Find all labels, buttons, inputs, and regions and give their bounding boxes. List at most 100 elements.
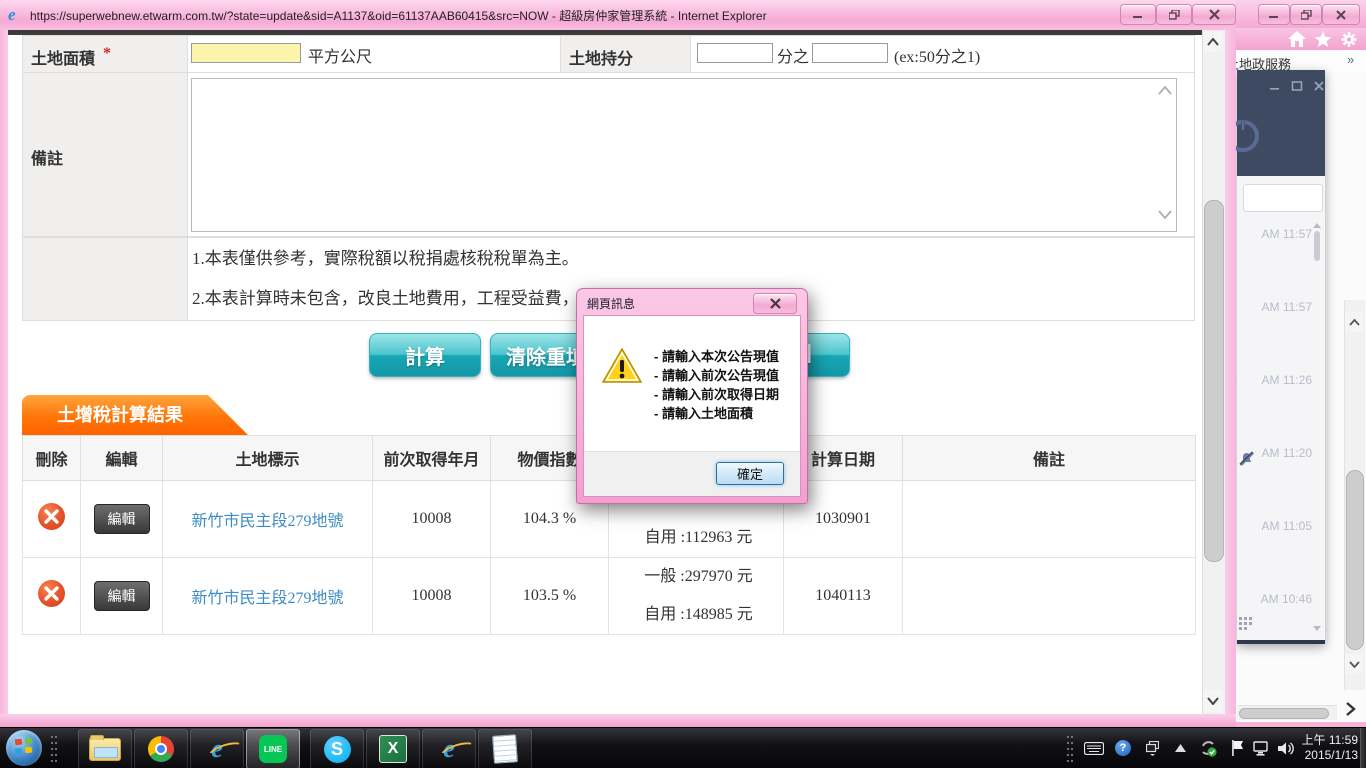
start-button[interactable] [6, 730, 42, 766]
taskbar-notepad-button[interactable] [478, 729, 532, 768]
edit-button[interactable]: 編輯 [93, 581, 150, 611]
chat-list-item[interactable]: AM 11:57 [1237, 220, 1325, 294]
page-scrollbar-thumb[interactable] [1204, 200, 1224, 562]
line-search-input[interactable] [1243, 184, 1323, 212]
cpi-cell: 103.5 % [490, 557, 609, 635]
ok-button[interactable]: 確定 [716, 462, 784, 485]
tax-line-2: 自用 :112963 元 [644, 529, 753, 546]
bg-close-button[interactable] [1322, 4, 1360, 25]
home-icon[interactable] [1288, 31, 1306, 52]
chat-list-item[interactable]: AM 10:46 [1237, 585, 1325, 640]
page-scroll-down-button[interactable] [1203, 690, 1223, 712]
bg-restore-button[interactable] [1290, 4, 1322, 25]
line-icon: LINE [259, 735, 287, 763]
textarea-scroll-up-icon[interactable] [1158, 86, 1172, 95]
folder-icon [89, 734, 121, 761]
bg-scroll-up-button[interactable] [1345, 312, 1363, 332]
sticker-grid-icon [1239, 617, 1252, 630]
clock-date: 2015/1/13 [1304, 748, 1358, 762]
window-border-right [1224, 30, 1236, 727]
calculate-button[interactable]: 計算 [369, 333, 481, 377]
help-icon[interactable]: ? [1114, 739, 1132, 757]
line-minimize-icon[interactable] [1269, 80, 1281, 92]
chat-list-item[interactable]: AM 11:57 [1237, 293, 1325, 367]
line-maximize-icon[interactable] [1291, 80, 1303, 92]
volume-icon[interactable] [1276, 739, 1296, 757]
header-remark: 備註 [902, 435, 1196, 481]
note-line-1: 1.本表僅供參考，實際稅額以稅捐處核稅稅單為主。 [192, 249, 579, 268]
delete-button[interactable] [38, 503, 65, 530]
main-restore-button[interactable] [1156, 4, 1192, 25]
bg-scrollbar-thumb[interactable] [1346, 470, 1364, 650]
header-prev-date: 前次取得年月 [372, 435, 491, 481]
remark-cell [902, 557, 1196, 635]
land-link[interactable]: 新竹市民主段279地號 [191, 513, 343, 530]
webpage-message-dialog: 網頁訊息 - 請輸入本次公告現值 - 請輸入前次公告現值 - 請輸入前次取得日期… [576, 288, 808, 504]
taskbar-clock[interactable]: 上午 11:59 2015/1/13 [1296, 733, 1358, 763]
line-window-header [1227, 70, 1325, 176]
show-desktop-button[interactable] [1360, 728, 1366, 768]
minimize-icon [1269, 16, 1278, 18]
share-denominator-input[interactable] [697, 43, 773, 63]
remark-textarea[interactable] [191, 78, 1177, 232]
start-flag-icon [14, 738, 23, 746]
land-area-input[interactable] [191, 43, 301, 63]
land-share-label-cell: 土地持分 [560, 35, 691, 73]
restore-icon [1300, 9, 1312, 20]
edit-button[interactable]: 編輯 [93, 504, 150, 534]
chat-scroll-down-icon[interactable] [1313, 626, 1321, 632]
action-center-flag-icon[interactable] [1228, 739, 1248, 757]
network-icon[interactable] [1252, 739, 1272, 757]
textarea-scroll-down-icon[interactable] [1158, 210, 1172, 219]
bg-hscrollbar-thumb[interactable] [1239, 708, 1329, 719]
dialog-message-3: - 請輸入前次取得日期 [654, 387, 779, 402]
dialog-message-4: - 請輸入土地面積 [654, 406, 753, 421]
taskbar-chrome-button[interactable] [134, 729, 188, 768]
delete-button[interactable] [38, 580, 65, 607]
window-restore-tray-icon[interactable] [1144, 739, 1160, 757]
chat-scroll-up-icon[interactable] [1313, 223, 1321, 229]
muted-bell-icon [1239, 451, 1254, 466]
bg-minimize-button[interactable] [1258, 4, 1290, 25]
main-minimize-button[interactable] [1120, 4, 1156, 25]
taskbar-line-button[interactable]: LINE [246, 729, 300, 768]
taskbar-skype-button[interactable]: S [310, 729, 364, 768]
share-hint: (ex:50分之1) [894, 49, 981, 66]
close-icon [1336, 9, 1346, 20]
chat-timestamp: AM 11:05 [1261, 519, 1312, 533]
line-chat-window: AM 11:57 AM 11:57 AM 11:26 AM 11:20 AM 1… [1227, 70, 1325, 644]
calc-date-cell: 1040113 [783, 557, 903, 635]
header-edit: 編輯 [80, 435, 163, 481]
favorites-overflow-chevron[interactable]: » [1347, 52, 1354, 67]
taskbar-explorer-button[interactable] [78, 729, 132, 768]
taskbar-ie-button[interactable]: e [190, 729, 247, 768]
taskbar-excel-button[interactable]: X [366, 729, 420, 768]
taskbar-separator [50, 734, 58, 764]
close-icon [1208, 9, 1220, 20]
tray-separator [1066, 734, 1074, 764]
land-link[interactable]: 新竹市民主段279地號 [191, 590, 343, 607]
main-close-button[interactable] [1192, 4, 1236, 25]
show-hidden-icons-button[interactable] [1172, 739, 1188, 757]
taskbar-ie2-button[interactable]: e [422, 729, 479, 768]
chat-scrollbar-thumb[interactable] [1314, 231, 1320, 261]
window-border-left [0, 30, 8, 727]
clock-time: 上午 11:59 [1301, 733, 1358, 747]
line-close-icon[interactable] [1313, 80, 1325, 92]
tax-line-1: 一般 :297970 元 [644, 568, 753, 585]
bg-scroll-right-button[interactable] [1342, 700, 1358, 723]
chat-list-item[interactable]: AM 11:05 [1237, 512, 1325, 586]
dialog-message-1: - 請輸入本次公告現值 [654, 349, 779, 364]
dialog-message-2: - 請輸入前次公告現值 [654, 368, 779, 383]
dialog-close-button[interactable] [753, 293, 797, 314]
prev-date-cell: 10008 [372, 480, 491, 558]
keyboard-icon[interactable] [1084, 739, 1104, 757]
sync-status-icon[interactable] [1198, 739, 1218, 757]
chat-list-item[interactable]: AM 11:26 [1237, 366, 1325, 440]
bg-hscrollbar-track[interactable] [1237, 705, 1337, 720]
bg-scroll-down-button[interactable] [1345, 654, 1363, 674]
chat-list-item[interactable]: AM 11:20 [1237, 439, 1325, 513]
page-scroll-up-button[interactable] [1203, 32, 1223, 52]
chat-timestamp: AM 10:46 [1260, 592, 1312, 606]
share-numerator-input[interactable] [812, 43, 888, 63]
